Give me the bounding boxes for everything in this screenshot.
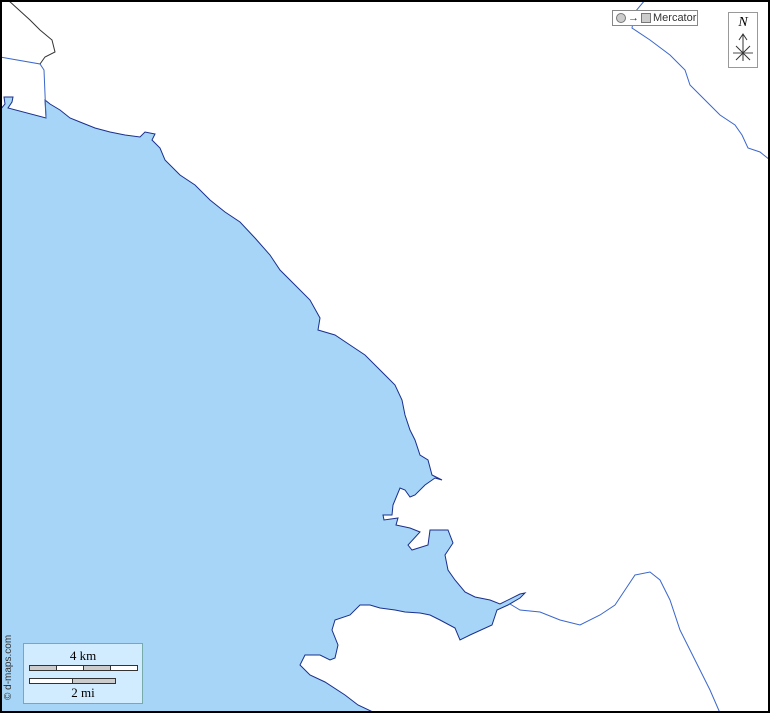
scale-mi-bar <box>29 678 116 684</box>
projection-label: Mercator <box>653 12 696 24</box>
coastline-north <box>8 0 55 64</box>
scale-mi-label: 2 mi <box>24 685 142 701</box>
compass-rose-icon <box>729 31 757 63</box>
sea <box>0 97 525 713</box>
square-icon <box>641 13 651 23</box>
map[interactable]: → Mercator N 4 km 2 mi © d-maps.com <box>0 0 770 713</box>
circle-icon <box>616 13 626 23</box>
arrow-icon: → <box>628 12 639 24</box>
projection-badge: → Mercator <box>612 10 698 26</box>
scale-bar: 4 km 2 mi <box>23 643 143 704</box>
compass: N <box>728 12 758 68</box>
scale-km-bar <box>29 665 138 671</box>
credit: © d-maps.com <box>3 635 14 700</box>
north-label: N <box>729 15 757 31</box>
map-canvas <box>0 0 770 713</box>
scale-km-label: 4 km <box>24 648 142 664</box>
river-southeast <box>510 572 720 713</box>
